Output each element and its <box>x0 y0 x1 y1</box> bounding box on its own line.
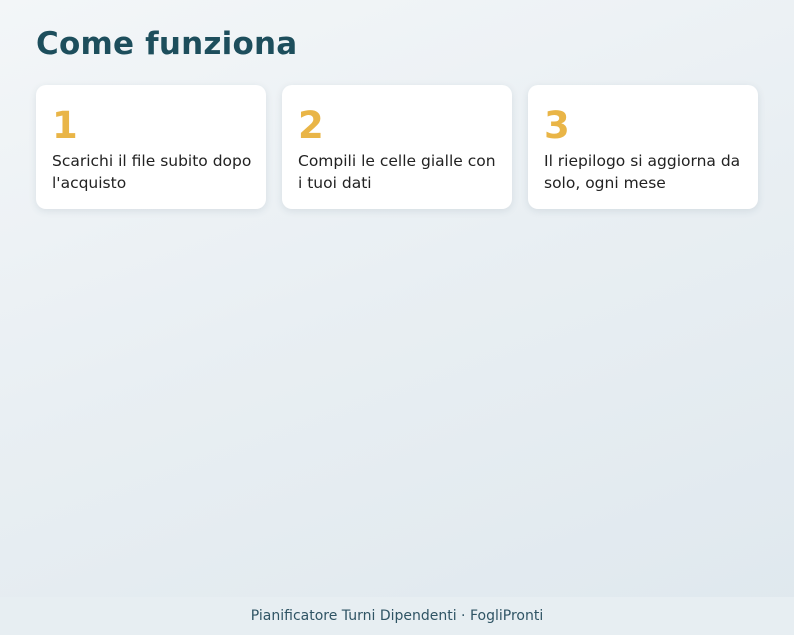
step-text: Compili le celle gialle con i tuoi dati <box>298 152 496 192</box>
step-number: 3 <box>544 104 570 147</box>
step-card: 1 Scarichi il file subito dopo l'acquist… <box>36 85 266 209</box>
footer: Pianificatore Turni Dipendenti · FogliPr… <box>0 597 794 635</box>
page: Come funziona 1 Scarichi il file subito … <box>0 0 794 597</box>
step-card: 3 Il riepilogo si aggiorna da solo, ogni… <box>528 85 758 209</box>
steps-list: 1 Scarichi il file subito dopo l'acquist… <box>36 85 758 209</box>
step-text: Il riepilogo si aggiorna da solo, ogni m… <box>544 152 741 192</box>
step-number: 1 <box>52 104 78 147</box>
step-text: Scarichi il file subito dopo l'acquisto <box>52 152 252 192</box>
step-card: 2 Compili le celle gialle con i tuoi dat… <box>282 85 512 209</box>
footer-text: Pianificatore Turni Dipendenti · FogliPr… <box>250 608 544 624</box>
step-number: 2 <box>298 104 324 147</box>
page-title: Come funziona <box>36 26 298 62</box>
